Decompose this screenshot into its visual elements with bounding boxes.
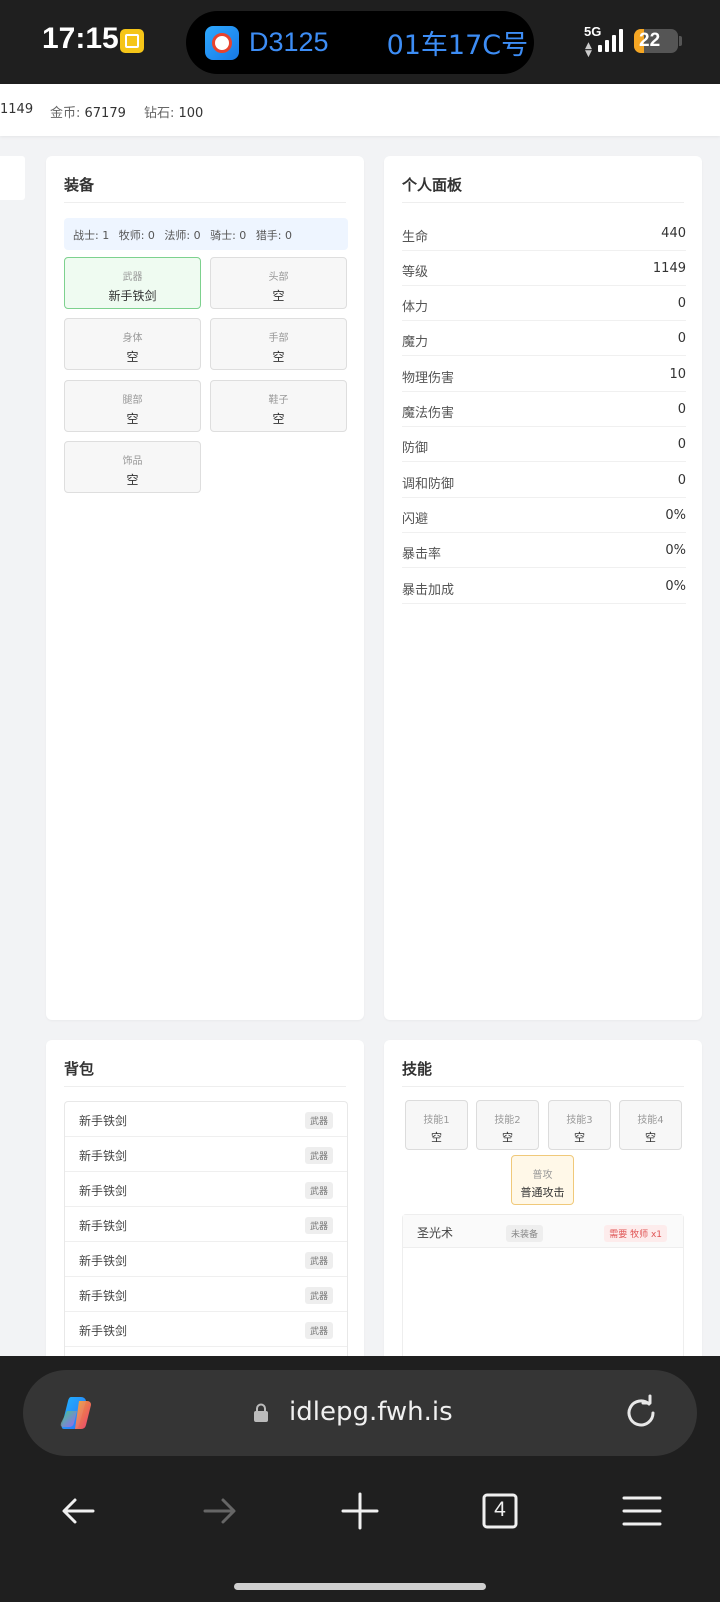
- job-count-knight: 骑士: 0: [210, 229, 247, 242]
- backpack-card: 背包 新手铁剑 武器 新手铁剑 武器 新手铁剑 武器 新手铁剑 武器 新手铁剑 武器 新手…: [46, 1040, 364, 1380]
- new-tab-plus-icon[interactable]: [338, 1489, 382, 1533]
- stat-row-level: 等级 1149: [402, 251, 686, 286]
- train-number: D3125: [249, 27, 329, 57]
- back-arrow-icon[interactable]: [57, 1489, 101, 1533]
- stat-row-physical-damage: 物理伤害 10: [402, 357, 686, 392]
- railway-app-icon: [205, 25, 239, 60]
- seat-number: 01车17C号: [386, 30, 529, 61]
- equipment-title: 装备: [64, 176, 95, 194]
- skill-slot-2[interactable]: 技能2 空: [476, 1100, 539, 1150]
- job-count-warrior: 战士: 1: [73, 229, 110, 242]
- reload-icon[interactable]: [622, 1394, 660, 1432]
- basic-attack-slot[interactable]: 普攻 普通攻击: [511, 1155, 574, 1205]
- stat-row-magic-damage: 魔法伤害 0: [402, 392, 686, 427]
- top-stats-bar: 1149 金币: 67179 钻石: 100: [0, 84, 720, 136]
- status-bar: 17:15 D3125 01车17C号 5G ▲ ▼ 22: [0, 0, 720, 84]
- skills-card: 技能 技能1 空 技能2 空 技能3 空 技能4 空 普攻 普通攻击 圣光术 未装备 需要…: [384, 1040, 702, 1380]
- equip-slot-accessory[interactable]: 饰品 空: [64, 441, 201, 493]
- signal-icon: [598, 28, 624, 52]
- skill-row-holy-light[interactable]: 圣光术 未装备 需要 牧师 x1: [403, 1215, 683, 1248]
- level-stat: 1149: [0, 102, 34, 117]
- gold-stat: 金币: 67179: [50, 106, 126, 121]
- equip-slot-head[interactable]: 头部 空: [210, 257, 347, 309]
- stat-row-defense: 防御 0: [402, 427, 686, 462]
- stat-row-hp: 生命 440: [402, 216, 686, 251]
- job-count-priest: 牧师: 0: [118, 229, 155, 242]
- equip-slot-hands[interactable]: 手部 空: [210, 318, 347, 370]
- sidebar-edge[interactable]: [0, 156, 25, 200]
- stat-row-mana: 魔力 0: [402, 321, 686, 356]
- browser-chrome: idlepg.fwh.is 4: [0, 1356, 720, 1602]
- job-count-mage: 法师: 0: [164, 229, 201, 242]
- job-count-hunter: 猎手: 0: [255, 229, 293, 242]
- address-bar[interactable]: idlepg.fwh.is: [23, 1370, 697, 1456]
- url-text[interactable]: idlepg.fwh.is: [289, 1397, 453, 1427]
- copilot-icon[interactable]: [57, 1393, 97, 1433]
- item-type-badge: 武器: [304, 1217, 333, 1234]
- personal-panel-title: 个人面板: [402, 176, 463, 194]
- equip-slot-body[interactable]: 身体 空: [64, 318, 201, 370]
- equip-slot-legs[interactable]: 腿部 空: [64, 380, 201, 432]
- backpack-list[interactable]: 新手铁剑 武器 新手铁剑 武器 新手铁剑 武器 新手铁剑 武器 新手铁剑 武器 新手铁剑武…: [64, 1101, 348, 1361]
- tab-switcher-button[interactable]: 4: [478, 1489, 522, 1533]
- item-type-badge: 武器: [304, 1182, 333, 1199]
- skill-slot-3[interactable]: 技能3 空: [548, 1100, 611, 1150]
- backpack-item[interactable]: 新手铁剑 武器: [65, 1172, 347, 1207]
- backpack-item[interactable]: 新手铁剑 武器: [65, 1277, 347, 1312]
- item-type-badge: 武器: [304, 1252, 333, 1269]
- equip-slot-shoes[interactable]: 鞋子 空: [210, 380, 347, 432]
- item-type-badge: 武器: [304, 1287, 333, 1304]
- skill-slot-4[interactable]: 技能4 空: [619, 1100, 682, 1150]
- diamond-value: 100: [178, 106, 204, 121]
- skill-requirement-badge: 需要 牧师 x1: [604, 1225, 667, 1242]
- personal-panel-card: 个人面板 生命 440 等级 1149 体力 0 魔力 0 物理伤害 10 魔法伤害 0 防…: [384, 156, 702, 1020]
- item-type-badge: 武器: [304, 1112, 333, 1129]
- stat-row-crit-bonus: 暴击加成 0%: [402, 569, 686, 604]
- stat-row-harmony-defense: 调和防御 0: [402, 463, 686, 498]
- tab-count: 4: [494, 1498, 506, 1521]
- notification-icon: [120, 29, 144, 53]
- equip-slot-weapon[interactable]: 武器 新手铁剑: [64, 257, 201, 309]
- menu-icon[interactable]: [620, 1489, 664, 1533]
- dynamic-island[interactable]: D3125 01车17C号: [186, 11, 534, 74]
- home-indicator[interactable]: [234, 1583, 486, 1590]
- skill-list: 圣光术 未装备 需要 牧师 x1: [402, 1214, 684, 1364]
- stat-row-dodge: 闪避 0%: [402, 498, 686, 533]
- item-type-badge: 武器: [304, 1322, 333, 1339]
- stat-row-stamina: 体力 0: [402, 286, 686, 321]
- clock: 17:15: [42, 22, 119, 55]
- stat-row-crit-rate: 暴击率 0%: [402, 533, 686, 568]
- backpack-item[interactable]: 新手铁剑 武器: [65, 1242, 347, 1277]
- backpack-item[interactable]: 新手铁剑 武器: [65, 1207, 347, 1242]
- lock-icon: [254, 1403, 268, 1422]
- battery-icon: 22: [634, 29, 678, 53]
- equipment-card: 装备 战士: 1 牧师: 0 法师: 0 骑士: 0 猎手: 0 武器 新手铁剑…: [46, 156, 364, 1020]
- backpack-item[interactable]: 新手铁剑 武器: [65, 1312, 347, 1347]
- job-counts: 战士: 1 牧师: 0 法师: 0 骑士: 0 猎手: 0: [64, 218, 348, 250]
- skill-status-badge: 未装备: [506, 1225, 544, 1242]
- backpack-title: 背包: [64, 1060, 95, 1078]
- battery-level: 22: [639, 30, 661, 51]
- diamond-stat: 钻石: 100: [144, 106, 204, 121]
- backpack-item[interactable]: 新手铁剑 武器: [65, 1137, 347, 1172]
- data-arrows-icon: ▲ ▼: [585, 41, 592, 59]
- gold-value: 67179: [84, 106, 126, 121]
- skill-slot-1[interactable]: 技能1 空: [405, 1100, 468, 1150]
- backpack-item[interactable]: 新手铁剑 武器: [65, 1102, 347, 1137]
- skills-title: 技能: [402, 1060, 433, 1078]
- forward-arrow-icon[interactable]: [197, 1489, 241, 1533]
- item-type-badge: 武器: [304, 1147, 333, 1164]
